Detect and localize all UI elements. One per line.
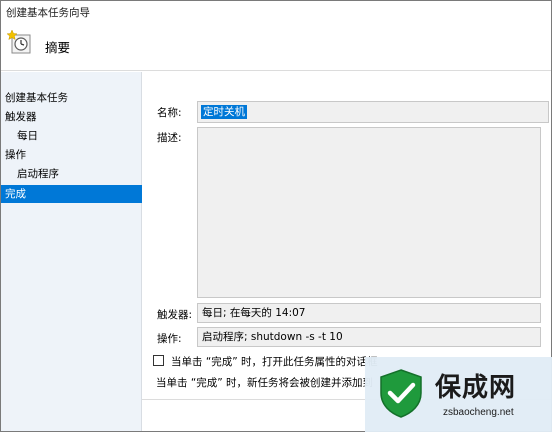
step-start-program[interactable]: 启动程序 bbox=[1, 165, 142, 183]
trigger-label: 触发器: bbox=[157, 309, 193, 321]
step-action[interactable]: 操作 bbox=[1, 146, 142, 164]
open-properties-checkbox[interactable] bbox=[153, 355, 164, 366]
wizard-step-sidebar: 创建基本任务 触发器 每日 操作 启动程序 完成 bbox=[1, 72, 142, 431]
task-wizard-window: 创建基本任务向导 摘要 创建基本任务 触发器 每日 操作 启动程序 完成 名称:… bbox=[0, 0, 552, 432]
name-value[interactable]: 定时关机 bbox=[201, 105, 247, 119]
action-label: 操作: bbox=[157, 333, 182, 345]
description-field[interactable] bbox=[197, 127, 541, 298]
step-create-basic-task[interactable]: 创建基本任务 bbox=[1, 89, 142, 107]
wizard-header: 摘要 bbox=[1, 23, 551, 71]
title-bar: 创建基本任务向导 bbox=[1, 1, 551, 23]
watermark-title: 保成网 bbox=[435, 373, 517, 403]
watermark-overlay: 保成网 zsbaocheng.net bbox=[365, 357, 552, 432]
step-trigger[interactable]: 触发器 bbox=[1, 108, 142, 126]
name-field[interactable]: 定时关机 bbox=[197, 101, 549, 123]
task-clock-icon bbox=[6, 29, 33, 55]
watermark-url: zsbaocheng.net bbox=[443, 407, 514, 418]
step-daily[interactable]: 每日 bbox=[1, 127, 142, 145]
shield-logo-icon bbox=[375, 367, 427, 419]
trigger-summary-field: 每日; 在每天的 14:07 bbox=[197, 303, 541, 323]
open-properties-label[interactable]: 当单击 “完成” 时，打开此任务属性的对话框 bbox=[171, 354, 378, 369]
name-label: 名称: bbox=[157, 107, 182, 119]
window-title: 创建基本任务向导 bbox=[6, 7, 90, 19]
step-finish[interactable]: 完成 bbox=[1, 185, 142, 203]
finish-note: 当单击 “完成” 时，新任务将会被创建并添加到 bbox=[156, 377, 374, 389]
description-label: 描述: bbox=[157, 132, 182, 144]
page-title: 摘要 bbox=[45, 40, 71, 55]
action-summary-field: 启动程序; shutdown -s -t 10 bbox=[197, 327, 541, 347]
